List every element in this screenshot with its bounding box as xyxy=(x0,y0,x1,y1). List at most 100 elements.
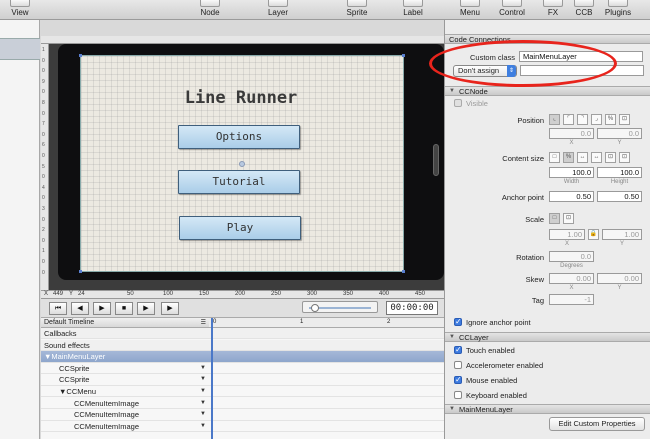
play-button[interactable]: ▶ xyxy=(137,302,155,315)
anchor-x-field[interactable]: 0.50 xyxy=(549,191,594,202)
project-selected-row[interactable] xyxy=(0,38,40,60)
cursor-x-value: 449 xyxy=(53,291,64,297)
anchor-y-field[interactable]: 0.50 xyxy=(597,191,642,202)
timeline-row[interactable]: CCSprite ▼ xyxy=(41,374,444,386)
keyboard-enabled-checkbox[interactable] xyxy=(454,391,462,399)
layer-toolbar-button[interactable]: Layer xyxy=(262,0,294,20)
timeline-row[interactable]: ▼CCMenu ▼ xyxy=(41,386,444,398)
position-y-field[interactable]: 0.0 xyxy=(597,128,642,139)
skew-x-caption: X xyxy=(569,285,574,291)
device-side-button xyxy=(433,144,439,176)
step-forward-button[interactable]: ▶ xyxy=(93,302,111,315)
position-percent-icon[interactable]: % xyxy=(605,114,616,125)
scale-multiply-icon[interactable]: ⊡ xyxy=(563,213,574,224)
play-menu-button[interactable]: Play xyxy=(179,216,301,240)
row-disclosure-icon[interactable]: ▼ xyxy=(200,386,206,397)
label-toolbar-button[interactable]: Label xyxy=(397,0,429,20)
content-size-scale-icon[interactable]: ⊡ xyxy=(605,152,616,163)
row-disclosure-icon[interactable]: ▼ xyxy=(200,398,206,409)
visible-checkbox[interactable] xyxy=(454,99,462,107)
menu-toolbar-button[interactable]: Menu xyxy=(454,0,486,20)
cclayer-title: CCLayer xyxy=(459,333,489,342)
node-toolbar-button[interactable]: Node xyxy=(194,0,226,20)
scale-y-field[interactable]: 1.00 xyxy=(602,229,642,240)
options-menu-button[interactable]: Options xyxy=(178,125,300,149)
skew-x-field[interactable]: 0.00 xyxy=(549,273,594,284)
tag-label: Tag xyxy=(531,296,544,305)
node-icon xyxy=(200,0,220,7)
content-width-field[interactable]: 100.0 xyxy=(549,167,594,178)
tutorial-menu-button[interactable]: Tutorial xyxy=(178,170,300,194)
timeline-row-label: CCMenuItemImage xyxy=(74,421,140,431)
ruler-tick-label: 100 xyxy=(163,291,174,297)
selection-handle[interactable] xyxy=(402,270,405,273)
scale-x-field[interactable]: 1.00 xyxy=(549,229,585,240)
mouse-enabled-checkbox[interactable] xyxy=(454,375,462,384)
position-x-field[interactable]: 0.0 xyxy=(549,128,594,139)
ruler-tick-label: 1 xyxy=(42,47,45,53)
ruler-tick-label: 3 xyxy=(42,206,45,212)
game-title[interactable]: Line Runner xyxy=(180,88,302,108)
rotation-field[interactable]: 0.0 xyxy=(549,251,594,262)
timeline-row[interactable]: CCMenuItemImage ▼ xyxy=(41,398,444,409)
timeline-ruler[interactable]: 0 1 2 xyxy=(209,318,444,328)
ccb-toolbar-button[interactable]: CCB xyxy=(568,0,600,20)
timeline-row[interactable]: Callbacks xyxy=(41,328,444,340)
anchor-point-marker[interactable] xyxy=(239,161,245,167)
stop-button[interactable]: ■ xyxy=(115,302,133,315)
timeline-zoom-slider[interactable] xyxy=(302,301,378,313)
selection-handle[interactable] xyxy=(402,54,405,57)
position-corner-icon[interactable]: ⌝ xyxy=(577,114,588,125)
timeline-row[interactable]: CCMenuItemImage ▼ xyxy=(41,409,444,421)
timeline-playhead[interactable] xyxy=(211,318,213,439)
content-size-scale-icon[interactable]: ⊡ xyxy=(619,152,630,163)
row-disclosure-icon[interactable]: ▼ xyxy=(200,421,206,432)
ruler-tick-label: 0 xyxy=(42,57,45,64)
layer-icon xyxy=(268,0,288,7)
touch-enabled-checkbox[interactable] xyxy=(454,345,462,354)
control-toolbar-button[interactable]: Control xyxy=(496,0,528,20)
position-scale-icon[interactable]: ⊡ xyxy=(619,114,630,125)
keyboard-enabled-label: Keyboard enabled xyxy=(466,391,527,400)
position-x-caption: X xyxy=(569,140,574,146)
row-disclosure-icon[interactable]: ▼ xyxy=(200,374,206,385)
timeline-row[interactable]: Sound effects xyxy=(41,339,444,351)
fx-toolbar-button[interactable]: FX xyxy=(537,0,569,20)
step-back-button[interactable]: ◀ xyxy=(71,302,89,315)
mainmenulayer-header[interactable]: ▼ MainMenuLayer xyxy=(445,404,650,414)
content-size-points-icon[interactable]: □ xyxy=(549,152,560,163)
timeline-selector[interactable]: Default Timeline ☰ xyxy=(41,318,209,328)
content-size-inset-width-icon[interactable]: ↔ xyxy=(577,152,588,163)
view-button[interactable]: View xyxy=(6,0,34,20)
scale-lock-icon[interactable]: 🔒 xyxy=(588,229,599,240)
row-disclosure-icon[interactable]: ▼ xyxy=(200,363,206,374)
timeline-row[interactable]: CCMenuItemImage ▼ xyxy=(41,421,444,433)
content-height-field[interactable]: 100.0 xyxy=(597,167,642,178)
plugins-toolbar-button[interactable]: Plugins xyxy=(602,0,634,20)
sprite-toolbar-button[interactable]: Sprite xyxy=(341,0,373,20)
scale-absolute-icon[interactable]: □ xyxy=(549,213,560,224)
ignore-anchor-checkbox[interactable] xyxy=(454,317,462,326)
timeline-row[interactable]: ▼MainMenuLayer xyxy=(41,351,444,363)
label-icon xyxy=(403,0,423,7)
content-size-percent-icon[interactable]: % xyxy=(563,152,574,163)
tag-field[interactable]: -1 xyxy=(549,294,594,305)
rewind-button[interactable]: ⏮ xyxy=(49,302,67,315)
slider-knob[interactable] xyxy=(311,304,319,312)
selection-handle[interactable] xyxy=(79,270,82,273)
cclayer-header[interactable]: ▼ CCLayer xyxy=(445,332,650,342)
position-corner-icon[interactable]: ⌟ xyxy=(591,114,602,125)
selection-handle[interactable] xyxy=(79,54,82,57)
row-disclosure-icon[interactable]: ▼ xyxy=(200,409,206,420)
accelerometer-enabled-checkbox[interactable] xyxy=(454,361,462,369)
ccnode-header[interactable]: ▼ CCNode xyxy=(445,86,650,96)
timeline-row[interactable]: CCSprite ▼ xyxy=(41,363,444,375)
timeline-row-label: CCMenuItemImage xyxy=(74,398,140,408)
position-corner-icon[interactable]: ⌞ xyxy=(549,114,560,125)
position-corner-icon[interactable]: ⌜ xyxy=(563,114,574,125)
skew-y-field[interactable]: 0.00 xyxy=(597,273,642,284)
edit-custom-properties-button[interactable]: Edit Custom Properties xyxy=(549,417,645,431)
loop-play-button[interactable]: ▶ xyxy=(161,302,179,315)
position-y-caption: Y xyxy=(617,140,622,146)
content-size-inset-height-icon[interactable]: ↔ xyxy=(591,152,602,163)
